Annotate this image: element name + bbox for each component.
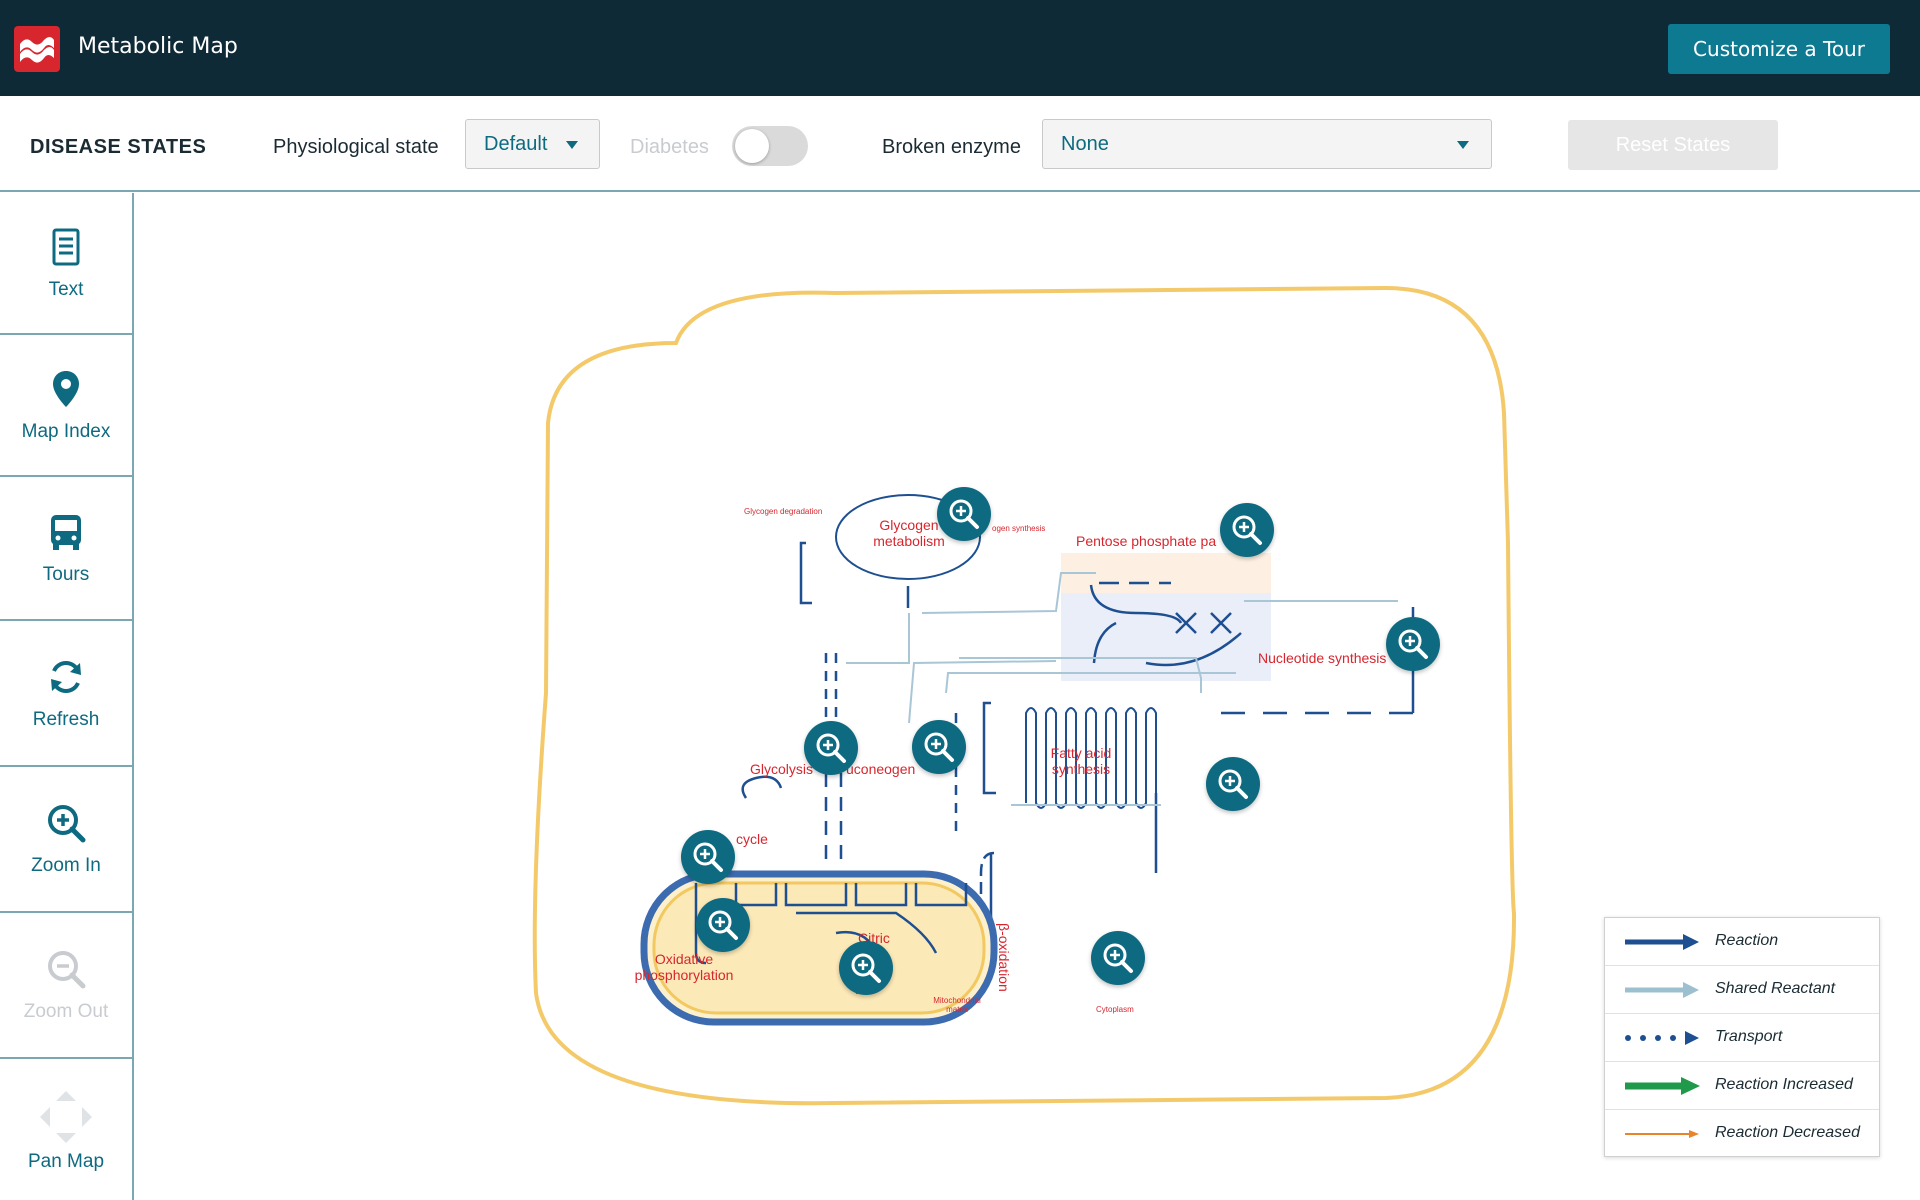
document-icon [52, 228, 80, 266]
chevron-down-icon [566, 141, 578, 149]
zoom-pin-citric-cycle[interactable] [839, 941, 893, 995]
physiological-state-value: Default [484, 132, 548, 155]
sidebar-item-label: Refresh [32, 709, 100, 730]
label-oxidative-phosphorylation: Oxidative phosphorylation [634, 951, 734, 983]
legend-item-reaction: Reaction [1605, 918, 1879, 966]
legend-label: Reaction [1715, 932, 1779, 949]
customize-tour-button[interactable]: Customize a Tour [1668, 24, 1890, 74]
broken-enzyme-label: Broken enzyme [882, 136, 1021, 158]
legend-item-shared-reactant: Shared Reactant [1605, 966, 1879, 1014]
broken-enzyme-select[interactable]: None [1042, 119, 1492, 169]
app-logo [14, 26, 60, 72]
label-beta-oxidation: β-oxidation [996, 923, 1012, 992]
label-glycolysis: Glycolysis [750, 761, 814, 777]
reaction-decreased-arrow-icon [1625, 1130, 1699, 1138]
label-glycogen-synthesis: ogen synthesis [992, 524, 1046, 533]
label-fatty-acid-synthesis: Fatty acid synthesis [1050, 745, 1112, 777]
reaction-increased-arrow-icon [1625, 1077, 1700, 1095]
zoom-pin-oxidative-phosphorylation[interactable] [696, 898, 750, 952]
zoom-in-icon [1103, 943, 1133, 973]
sidebar: Text Map Index Tours Refresh Zoom In Zoo… [0, 193, 134, 1200]
zoom-pin-pentose-phosphate[interactable] [1220, 503, 1274, 557]
label-glycogen-degradation: Glycogen degradation [744, 507, 823, 516]
zoom-pin-gluconeogenesis[interactable] [912, 720, 966, 774]
transport-arrow-icon [1625, 1031, 1699, 1045]
diabetes-toggle[interactable] [732, 126, 808, 166]
pan-icon [40, 1090, 92, 1143]
zoom-in-icon [949, 499, 979, 529]
physiological-state-label: Physiological state [273, 136, 439, 158]
app-title: Metabolic Map [78, 34, 238, 59]
label-pentose-phosphate: Pentose phosphate pa [1076, 533, 1217, 549]
sidebar-item-pan-map[interactable]: Pan Map [0, 1059, 132, 1200]
zoom-in-icon [1232, 515, 1262, 545]
map-legend: Reaction Shared Reactant Transport React… [1604, 917, 1880, 1157]
sidebar-item-label: Map Index [21, 421, 111, 442]
label-gluconeogenesis: uconeogen [846, 761, 916, 777]
zoom-pin-glycogen[interactable] [937, 487, 991, 541]
disease-states-bar: DISEASE STATES Physiological state Defau… [0, 96, 1920, 192]
zoom-out-icon [48, 951, 86, 989]
label-mitochondrial-matrix: Mitochondrial matrix [933, 996, 981, 1014]
top-bar: Metabolic Map Customize a Tour [0, 0, 1920, 96]
zoom-pin-glycolysis[interactable] [804, 721, 858, 775]
sidebar-item-zoom-in[interactable]: Zoom In [0, 767, 132, 913]
sidebar-item-map-index[interactable]: Map Index [0, 335, 132, 477]
legend-item-transport: Transport [1605, 1014, 1879, 1062]
label-urea-cycle: cycle [736, 831, 768, 847]
sidebar-item-zoom-out[interactable]: Zoom Out [0, 913, 132, 1059]
sidebar-item-text[interactable]: Text [0, 193, 132, 335]
zoom-in-icon [708, 910, 738, 940]
zoom-pin-urea-cycle[interactable] [681, 830, 735, 884]
chevron-down-icon [1457, 141, 1469, 149]
zoom-in-icon [1398, 629, 1428, 659]
toggle-knob [735, 129, 769, 163]
label-cytoplasm: Cytoplasm [1096, 1005, 1134, 1014]
sidebar-item-label: Zoom In [31, 855, 101, 876]
sidebar-item-tours[interactable]: Tours [0, 477, 132, 621]
physiological-state-select[interactable]: Default [465, 119, 600, 169]
reaction-arrow-icon [1625, 934, 1699, 950]
sidebar-item-label: Zoom Out [23, 1001, 109, 1022]
map-pin-icon [53, 371, 79, 407]
zoom-in-icon [851, 953, 881, 983]
zoom-pin-fatty-acid-synthesis[interactable] [1206, 757, 1260, 811]
zoom-in-icon [1218, 769, 1248, 799]
legend-item-reaction-increased: Reaction Increased [1605, 1062, 1879, 1110]
broken-enzyme-value: None [1061, 132, 1109, 155]
zoom-pin-nucleotide-synthesis[interactable] [1386, 617, 1440, 671]
legend-label: Shared Reactant [1715, 980, 1836, 997]
zoom-pin-cytoplasm[interactable] [1091, 931, 1145, 985]
legend-label: Transport [1715, 1028, 1783, 1045]
sidebar-item-label: Text [48, 279, 84, 300]
zoom-in-icon [924, 732, 954, 762]
diabetes-label: Diabetes [630, 136, 709, 158]
sidebar-item-refresh[interactable]: Refresh [0, 621, 132, 767]
bus-icon [51, 515, 81, 550]
reset-states-button[interactable]: Reset States [1568, 120, 1778, 170]
legend-label: Reaction Decreased [1715, 1124, 1860, 1141]
legend-label: Reaction Increased [1715, 1076, 1853, 1093]
zoom-in-icon [693, 842, 723, 872]
zoom-in-icon [816, 733, 846, 763]
sidebar-item-label: Pan Map [27, 1150, 105, 1172]
zoom-in-icon [48, 805, 86, 843]
shared-reactant-arrow-icon [1625, 982, 1699, 998]
sidebar-item-label: Tours [42, 564, 90, 585]
legend-item-reaction-decreased: Reaction Decreased [1605, 1110, 1879, 1158]
refresh-icon [51, 661, 81, 693]
label-nucleotide-synthesis: Nucleotide synthesis [1258, 650, 1387, 666]
disease-states-title: DISEASE STATES [30, 136, 207, 158]
